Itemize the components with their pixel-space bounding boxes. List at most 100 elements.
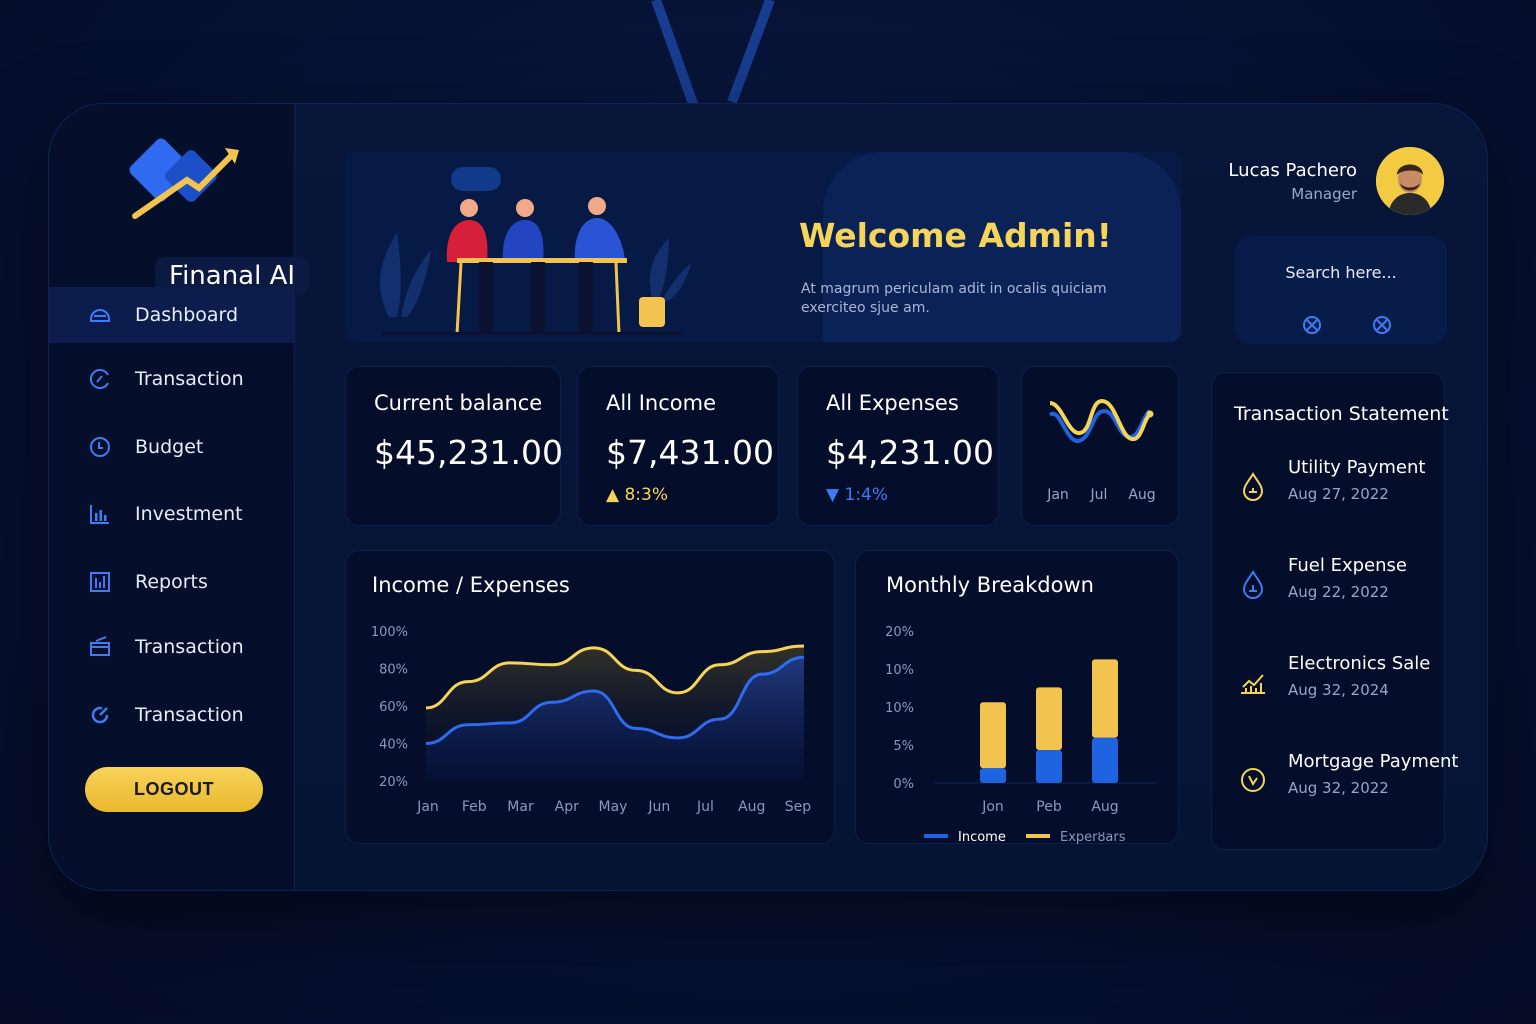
mini-x-label: Jan (1046, 487, 1069, 503)
team-illustration (379, 167, 691, 335)
bar-segment (1092, 659, 1118, 738)
filter-icon[interactable] (1371, 314, 1393, 336)
x-tick-label: Feb (462, 799, 487, 815)
bar-segment (1036, 750, 1062, 783)
y-tick-label: 100% (371, 625, 408, 640)
settings-icon[interactable] (1301, 314, 1323, 336)
bar-segment (1092, 737, 1118, 783)
coin-icon (1241, 768, 1265, 792)
drop-icon (1242, 472, 1264, 501)
sidebar-item-transaction[interactable]: Transaction (49, 351, 294, 407)
statement-item-date: Aug 22, 2022 (1288, 583, 1389, 601)
bar-segment (980, 702, 1006, 769)
arrow-up-icon: ▲ (606, 485, 620, 505)
statement-item-title: Mortgage Payment (1288, 751, 1459, 772)
sidebar-item-investment[interactable]: Investment (49, 486, 294, 542)
y-tick-label: 20% (885, 625, 914, 640)
legend-label: Income (958, 830, 1006, 845)
statement-item-title: Utility Payment (1288, 457, 1426, 478)
avatar[interactable] (1376, 147, 1444, 215)
expenses-card: All Expenses $4,231.00 ▼ 1:4% (797, 366, 999, 526)
card-label: All Income (606, 391, 716, 415)
x-tick-label: Apr (555, 799, 579, 815)
sidebar-item-budget[interactable]: Budget (49, 419, 294, 475)
dashboard-icon (87, 302, 113, 328)
statement-item[interactable]: Mortgage Payment Aug 32, 2022 (1224, 751, 1458, 811)
x-tick-label: Peb (1036, 799, 1062, 815)
x-tick-label: Jon (981, 799, 1004, 815)
x-tick-label: Sep (785, 799, 812, 815)
legend-swatch (924, 834, 948, 838)
x-tick-label: May (599, 799, 628, 815)
x-tick-label: Mar (507, 799, 534, 815)
bar-segment (1036, 687, 1062, 751)
mini-trend-card: Jan Jul Aug (1021, 366, 1179, 526)
y-tick-label: 10% (885, 663, 914, 678)
card-value: $45,231.00 (374, 433, 563, 472)
sidebar-item-transaction-2[interactable]: Transaction (49, 619, 294, 675)
sidebar: Finanal AI Dashboard Transaction Budget … (49, 104, 310, 890)
y-tick-label: 10% (885, 701, 914, 716)
dashboard-frame: Finanal AI Dashboard Transaction Budget … (48, 103, 1488, 891)
statement-item[interactable]: Utility Payment Aug 27, 2022 (1224, 457, 1444, 517)
y-tick-label: 80% (379, 663, 408, 678)
statement-item-date: Aug 32, 2022 (1288, 779, 1389, 797)
income-change: ▲ 8:3% (606, 485, 668, 505)
sidebar-item-label: Reports (135, 571, 208, 593)
y-tick-label: 0% (893, 777, 914, 792)
statement-title: Transaction Statement (1234, 403, 1449, 425)
sidebar-item-label: Investment (135, 503, 243, 525)
sidebar-item-dashboard[interactable]: Dashboard (49, 287, 294, 343)
income-expenses-chart: 100% 80% 60% 40% 20% Jan Feb Mar Apr May Jun Jul Au… (371, 625, 812, 815)
logout-button[interactable]: LOGOUT (85, 767, 263, 812)
transaction-icon (87, 366, 113, 392)
welcome-banner: Welcome Admin! At magrum periculam adit … (345, 152, 1181, 342)
statement-item[interactable]: Fuel Expense Aug 22, 2022 (1224, 555, 1444, 615)
y-tick-label: 40% (379, 738, 408, 753)
expenses-change: ▼ 1:4% (826, 485, 888, 505)
income-expenses-card: Income / Expenses 100% 80% 60% 40% 20% Jan Fe… (345, 550, 835, 844)
sidebar-item-transaction-3[interactable]: Transaction (49, 687, 294, 743)
card-icon (87, 634, 113, 660)
bar-chart-icon (87, 501, 113, 527)
statement-item-title: Fuel Expense (1288, 555, 1407, 576)
statement-item[interactable]: Electronics Sale Aug 32, 2024 (1224, 653, 1444, 713)
statement-item-date: Aug 32, 2024 (1288, 681, 1389, 699)
user-role: Manager (1291, 185, 1357, 203)
sidebar-item-label: Dashboard (135, 304, 239, 326)
growth-chart-icon (1241, 674, 1265, 694)
clock-icon (87, 434, 113, 460)
x-tick-label: Aug (1091, 799, 1118, 815)
refresh-icon (87, 702, 113, 728)
sidebar-item-label: Transaction (135, 636, 244, 658)
sidebar-item-label: Transaction (135, 368, 244, 390)
x-tick-label: Jun (647, 799, 670, 815)
income-card: All Income $7,431.00 ▲ 8:3% (577, 366, 779, 526)
y-tick-label: 5% (893, 739, 914, 754)
welcome-title: Welcome Admin! (799, 216, 1112, 255)
legend-label: Experȣars (1060, 830, 1126, 845)
card-value: $4,231.00 (826, 433, 994, 472)
x-tick-label: Jul (696, 799, 714, 815)
x-tick-label: Aug (738, 799, 765, 815)
arrow-down-icon: ▼ (826, 485, 840, 505)
monthly-breakdown-chart: 20% 10% 10% 5% 0% Jon Peb Aug Income Experȣars (885, 625, 1156, 845)
user-name: Lucas Pachero (1228, 160, 1357, 181)
x-tick-label: Jan (416, 799, 439, 815)
welcome-subtitle: At magrum periculam adit in ocalis quici… (801, 281, 1107, 316)
search-input[interactable] (1251, 258, 1431, 286)
fuel-drop-icon (1242, 570, 1264, 599)
mini-trend-chart: Jan Jul Aug (1046, 398, 1156, 503)
statement-item-title: Electronics Sale (1288, 653, 1431, 674)
card-label: All Expenses (826, 391, 959, 415)
transaction-statement-card: Transaction Statement Utility Payment Au… (1211, 372, 1458, 850)
sidebar-item-reports[interactable]: Reports (49, 554, 294, 610)
y-tick-label: 60% (379, 700, 408, 715)
mini-x-label: Aug (1128, 487, 1155, 503)
balance-card: Current balance $45,231.00 (345, 366, 563, 526)
legend-swatch (1026, 834, 1050, 838)
card-label: Current balance (374, 391, 543, 415)
mini-x-label: Jul (1090, 487, 1108, 503)
card-value: $7,431.00 (606, 433, 774, 472)
bar-segment (980, 768, 1006, 783)
